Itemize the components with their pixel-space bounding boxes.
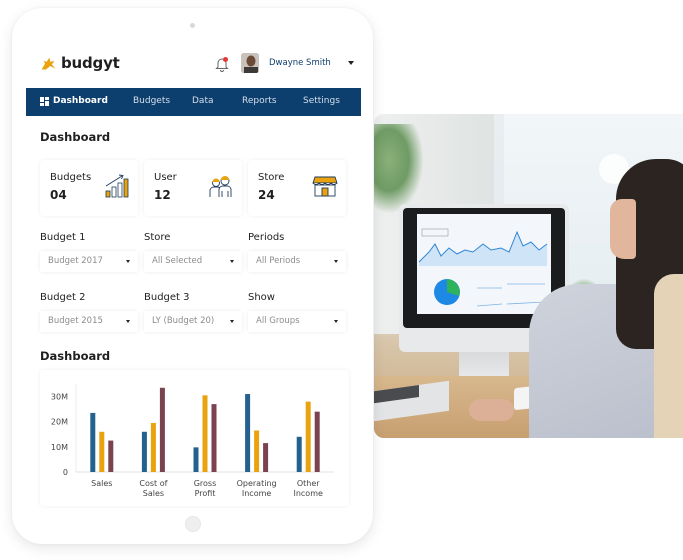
user-avatar[interactable] bbox=[241, 53, 259, 73]
home-button[interactable] bbox=[185, 516, 201, 532]
logo-text: budgyt bbox=[61, 54, 120, 72]
stat-card-user[interactable]: User 12 bbox=[144, 160, 242, 216]
user-menu-caret-icon[interactable] bbox=[348, 61, 354, 65]
main-nav: Dashboard Budgets Data Reports Settings bbox=[26, 88, 361, 116]
bar-cost-of-sales-series-2[interactable] bbox=[150, 422, 156, 472]
chevron-down-icon bbox=[230, 260, 234, 263]
filter-label-store: Store bbox=[144, 232, 171, 243]
nav-budgets[interactable]: Budgets bbox=[133, 96, 170, 106]
bar-chart: 010M20M30MSales Cost ofSalesGrossProfitOp… bbox=[51, 384, 334, 498]
store-icon bbox=[312, 176, 338, 197]
chevron-down-icon bbox=[126, 320, 130, 323]
nav-settings[interactable]: Settings bbox=[303, 96, 340, 106]
show-select[interactable]: All Groups bbox=[248, 311, 346, 332]
budgyt-logo-icon bbox=[41, 57, 56, 69]
filter-label-show: Show bbox=[248, 292, 275, 303]
store-select[interactable]: All Selected bbox=[144, 251, 242, 272]
card-label: Store bbox=[258, 172, 285, 183]
y-tick-label: 10M bbox=[51, 443, 68, 452]
card-value: 24 bbox=[258, 188, 275, 202]
bar-gross-profit-series-1[interactable] bbox=[193, 447, 199, 472]
office-photo bbox=[374, 114, 683, 438]
filter-label-budget-2: Budget 2 bbox=[40, 292, 86, 303]
photo-chair bbox=[654, 274, 683, 438]
budget-3-select[interactable]: LY (Budget 20) bbox=[144, 311, 242, 332]
filter-label-budget-3: Budget 3 bbox=[144, 292, 190, 303]
card-value: 12 bbox=[154, 188, 171, 202]
x-tick-label: Other bbox=[297, 479, 320, 488]
nav-reports[interactable]: Reports bbox=[242, 96, 277, 106]
users-icon bbox=[209, 176, 232, 197]
chevron-down-icon bbox=[126, 260, 130, 263]
y-tick-label: 0 bbox=[63, 468, 68, 477]
photo-plant bbox=[374, 124, 424, 214]
x-tick-label: Profit bbox=[195, 489, 216, 498]
bar-gross-profit-series-2[interactable] bbox=[202, 395, 208, 472]
x-tick-label: Cost of bbox=[139, 479, 167, 488]
chart-title: Dashboard bbox=[40, 349, 111, 363]
card-value: 04 bbox=[50, 188, 67, 202]
bar-other-income-series-3[interactable] bbox=[314, 411, 320, 472]
photo-person-face bbox=[610, 199, 636, 259]
nav-data[interactable]: Data bbox=[192, 96, 214, 106]
bar-other-income-series-1[interactable] bbox=[296, 436, 302, 472]
bar-sales-series-1[interactable] bbox=[90, 412, 96, 472]
chevron-down-icon bbox=[334, 260, 338, 263]
bar-operating-income-series-3[interactable] bbox=[263, 443, 269, 472]
photo-person-hand bbox=[469, 399, 514, 421]
x-tick-label: Gross bbox=[194, 479, 217, 488]
bar-other-income-series-2[interactable] bbox=[305, 401, 311, 472]
stat-card-store[interactable]: Store 24 bbox=[248, 160, 346, 216]
bar-gross-profit-series-3[interactable] bbox=[211, 404, 217, 472]
x-tick-label: Sales bbox=[143, 489, 164, 498]
bar-sales-series-3[interactable] bbox=[108, 440, 114, 472]
y-tick-label: 20M bbox=[51, 418, 68, 427]
filter-label-budget-1: Budget 1 bbox=[40, 232, 86, 243]
nav-dashboard[interactable]: Dashboard bbox=[53, 96, 108, 106]
header: budgyt Dwayne Smith bbox=[26, 40, 361, 88]
tablet-frame: budgyt Dwayne Smith Dashboard Budgets Da… bbox=[12, 8, 373, 544]
bar-chart-growth-icon bbox=[105, 174, 129, 198]
bar-operating-income-series-2[interactable] bbox=[254, 430, 260, 472]
notification-bell-icon[interactable] bbox=[215, 56, 229, 72]
dashboard-grid-icon bbox=[40, 97, 49, 106]
filter-label-periods: Periods bbox=[248, 232, 285, 243]
bar-cost-of-sales-series-1[interactable] bbox=[141, 431, 147, 472]
card-label: Budgets bbox=[50, 172, 92, 183]
chevron-down-icon bbox=[230, 320, 234, 323]
app-screen: budgyt Dwayne Smith Dashboard Budgets Da… bbox=[26, 40, 361, 506]
page-title: Dashboard bbox=[40, 130, 111, 144]
chevron-down-icon bbox=[334, 320, 338, 323]
bar-operating-income-series-1[interactable] bbox=[245, 394, 251, 472]
x-tick-label: Sales bbox=[91, 479, 112, 488]
x-tick-label: Operating bbox=[237, 479, 277, 488]
bar-cost-of-sales-series-3[interactable] bbox=[159, 387, 165, 472]
stat-card-budgets[interactable]: Budgets 04 bbox=[40, 160, 138, 216]
periods-select[interactable]: All Periods bbox=[248, 251, 346, 272]
user-name[interactable]: Dwayne Smith bbox=[269, 58, 331, 68]
budget-2-select[interactable]: Budget 2015 bbox=[40, 311, 138, 332]
x-tick-label: Income bbox=[293, 489, 323, 498]
bar-sales-series-2[interactable] bbox=[99, 431, 105, 472]
card-label: User bbox=[154, 172, 177, 183]
chart-card: 0 10M 20M 30M Sales Cost of Sales Gross Profit Op… bbox=[40, 370, 349, 506]
logo[interactable]: budgyt bbox=[40, 54, 120, 72]
y-tick-label: 30M bbox=[51, 393, 68, 402]
budget-1-select[interactable]: Budget 2017 bbox=[40, 251, 138, 272]
x-tick-label: Income bbox=[242, 489, 272, 498]
camera-dot bbox=[190, 23, 195, 28]
